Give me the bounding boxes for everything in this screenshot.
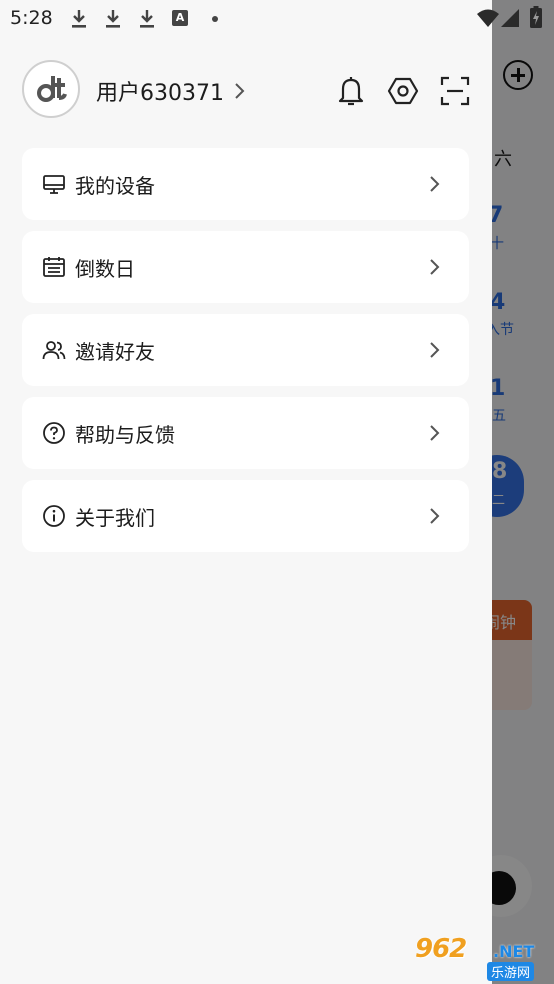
menu-item-my-devices[interactable]: 我的设备 — [22, 148, 469, 220]
download-icon — [106, 10, 120, 28]
scan-icon[interactable] — [438, 74, 472, 108]
bell-icon[interactable] — [334, 74, 368, 108]
info-icon — [43, 505, 65, 527]
signal-icon — [501, 9, 519, 27]
chevron-right-icon — [430, 176, 440, 192]
watermark-net: .NET — [493, 942, 535, 961]
chevron-right-icon — [430, 508, 440, 524]
status-time: 5:28 — [10, 7, 53, 29]
chevron-right-icon — [430, 425, 440, 441]
download-icon — [140, 10, 154, 28]
help-icon — [43, 422, 65, 444]
profile-header: 用户630371 — [0, 58, 492, 126]
menu-item-help-feedback[interactable]: 帮助与反馈 — [22, 397, 469, 469]
battery-icon — [530, 6, 542, 28]
menu-item-countdown[interactable]: 倒数日 — [22, 231, 469, 303]
chevron-right-icon — [430, 342, 440, 358]
chevron-right-icon — [430, 259, 440, 275]
users-icon — [42, 341, 66, 360]
chevron-right-icon — [235, 83, 245, 99]
download-icon — [72, 10, 86, 28]
settings-hexagon-icon[interactable] — [386, 74, 420, 108]
menu-item-label: 我的设备 — [75, 174, 155, 198]
menu-item-label: 倒数日 — [75, 257, 135, 281]
watermark-logo: 962 .NET 乐游网 — [415, 934, 549, 981]
a-notification-icon: A — [172, 10, 188, 26]
avatar[interactable] — [22, 60, 80, 118]
username: 用户630371 — [96, 81, 224, 106]
status-bar: 5:28 A — [0, 0, 554, 40]
menu-item-label: 邀请好友 — [75, 340, 155, 364]
username-link[interactable]: 用户630371 — [96, 75, 246, 107]
watermark-brand: 962 — [415, 934, 467, 964]
wifi-icon — [477, 9, 499, 27]
menu-item-invite-friends[interactable]: 邀请好友 — [22, 314, 469, 386]
menu-item-label: 帮助与反馈 — [75, 423, 175, 447]
calendar-icon — [43, 257, 65, 277]
menu-item-label: 关于我们 — [75, 506, 155, 530]
watermark-sub: 乐游网 — [487, 962, 535, 981]
dot-icon — [212, 16, 218, 22]
dt-logo-icon — [37, 76, 67, 102]
menu-item-about-us[interactable]: 关于我们 — [22, 480, 469, 552]
monitor-icon — [43, 175, 65, 194]
